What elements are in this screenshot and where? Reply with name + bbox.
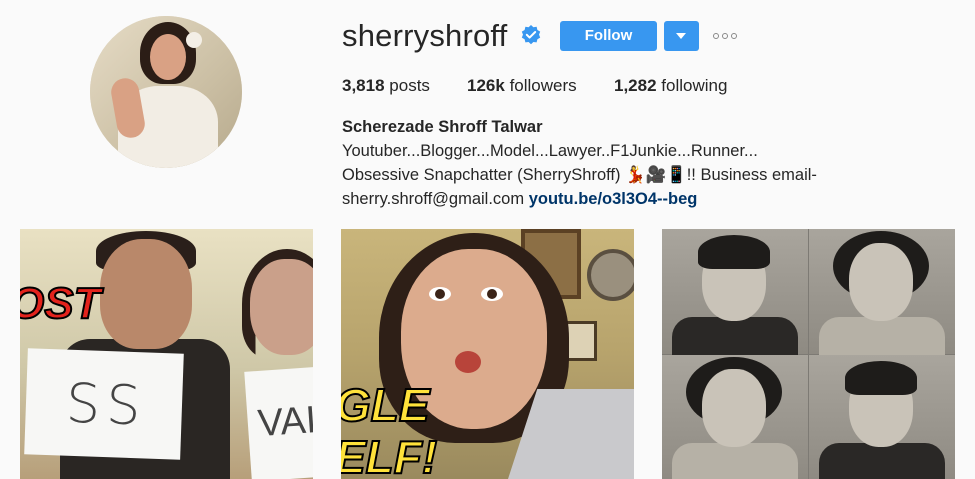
bio-text-line1: Youtuber...Blogger...Model...Lawyer..F1J… <box>342 142 758 160</box>
bio-link[interactable]: youtu.be/o3l3O4--beg <box>529 190 698 208</box>
portrait-suit <box>672 317 798 357</box>
dot <box>713 33 719 39</box>
followers-stat[interactable]: 126k followers <box>467 75 614 97</box>
bio-text-line3: sherry.shroff@gmail.com <box>342 190 529 208</box>
dot <box>731 33 737 39</box>
profile-bio: Scherezade Shroff Talwar Youtuber...Blog… <box>342 115 962 211</box>
portrait-head <box>849 243 913 321</box>
dot <box>722 33 728 39</box>
followers-label: followers <box>509 76 577 95</box>
profile-stats: 3,818 posts 126k followers 1,282 followi… <box>342 75 727 97</box>
chevron-down-icon <box>676 33 686 39</box>
posts-count: 3,818 <box>342 76 385 95</box>
full-name: Scherezade Shroff Talwar <box>342 118 543 136</box>
photo-sign-2: VAI <box>244 366 313 479</box>
posts-stat: 3,818 posts <box>342 75 467 97</box>
post-thumbnail[interactable] <box>662 229 955 479</box>
more-options-icon[interactable] <box>713 31 739 41</box>
portrait-hair <box>698 235 770 269</box>
portrait-suit <box>819 443 945 479</box>
portrait-dress <box>672 443 798 479</box>
photo-portrait-woman <box>662 355 808 479</box>
photo-man-head <box>100 239 192 349</box>
username: sherryshroff <box>342 18 508 53</box>
post-thumbnail[interactable]: GLE ELF! <box>341 229 634 479</box>
portrait-hair <box>845 361 917 395</box>
overlay-text-line1: GLE <box>341 378 431 432</box>
photo-lips <box>455 351 481 373</box>
post-thumbnail[interactable]: OST SS VAI <box>20 229 313 479</box>
avatar-flower <box>186 32 202 48</box>
bio-text-line2: Obsessive Snapchatter (SherryShroff) 💃🎥📱… <box>342 166 817 184</box>
avatar-face <box>150 34 186 80</box>
photo-eye <box>481 287 503 301</box>
photo-portrait-man <box>662 229 808 357</box>
photo-portrait-woman <box>809 229 955 357</box>
follow-button[interactable]: Follow <box>560 21 657 51</box>
photo-portrait-man <box>809 355 955 479</box>
photo-overlay-text: GLE ELF! <box>341 378 438 479</box>
sign-1-text: SS <box>64 371 148 438</box>
posts-label: posts <box>389 76 430 95</box>
following-label: following <box>661 76 728 95</box>
verified-badge-icon <box>521 25 541 45</box>
suggested-dropdown-button[interactable] <box>664 21 699 51</box>
portrait-dress <box>819 317 945 357</box>
following-stat[interactable]: 1,282 following <box>614 75 727 97</box>
portrait-head <box>702 369 766 447</box>
profile-avatar[interactable] <box>90 16 242 168</box>
photo-overlay-text: OST <box>20 278 101 329</box>
overlay-text-line2: ELF! <box>341 430 438 479</box>
sign-2-text: VAI <box>256 399 313 446</box>
photo-wall-clock <box>587 249 634 301</box>
photo-woman-head <box>250 259 313 355</box>
following-count: 1,282 <box>614 76 657 95</box>
photo-eye <box>429 287 451 301</box>
photo-sign-1: SS <box>24 348 184 460</box>
followers-count: 126k <box>467 76 505 95</box>
